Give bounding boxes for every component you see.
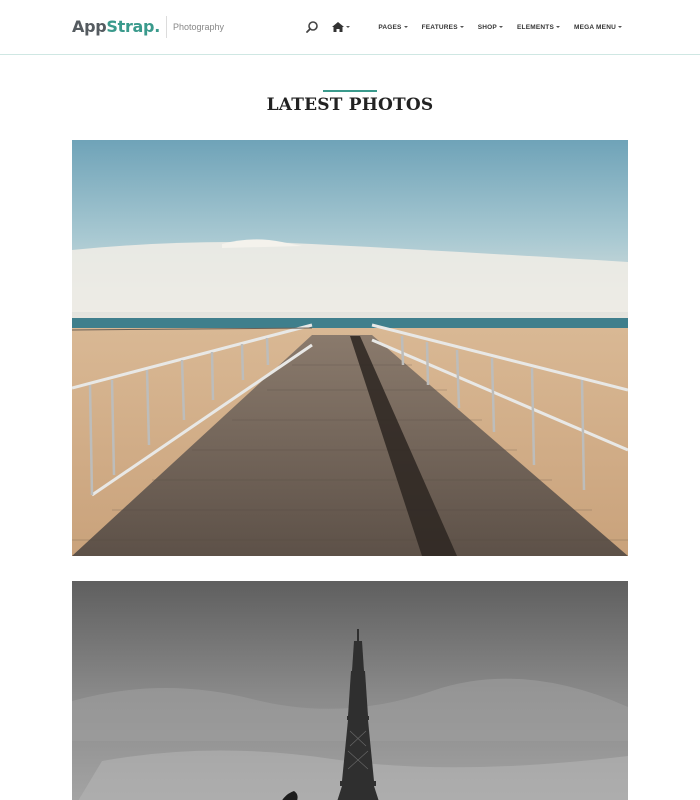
brand-divider — [166, 16, 167, 38]
nav-item-label: ELEMENTS — [516, 23, 554, 31]
nav-item-label: MEGA MENU — [573, 23, 616, 31]
brand-logo[interactable]: AppStrap. Photography — [72, 16, 224, 38]
nav-item-features[interactable]: FEATURES — [422, 24, 464, 31]
chevron-down-icon — [555, 26, 560, 28]
brand-name: AppStrap. — [72, 17, 160, 36]
main-nav: PAGES FEATURES SHOP ELEMENTS MEGA MENU — [304, 18, 622, 36]
nav-item-pages[interactable]: PAGES — [378, 23, 408, 31]
nav-item-shop[interactable]: SHOP — [478, 24, 503, 31]
nav-item-label: FEATURES — [421, 23, 458, 31]
section-title: LATEST PHOTOS — [266, 95, 434, 115]
chevron-down-icon — [459, 26, 464, 28]
home-icon[interactable] — [332, 20, 351, 34]
nav-item-mega-menu[interactable]: MEGA MENU — [574, 24, 622, 31]
site-header: AppStrap. Photography PAGES FEATURES SHO… — [0, 0, 700, 55]
nav-item-label: PAGES — [378, 23, 402, 31]
boardwalk-beach-photo[interactable] — [72, 140, 628, 556]
nav-item-elements[interactable]: ELEMENTS — [517, 24, 560, 31]
chevron-down-icon — [346, 26, 351, 28]
chevron-down-icon — [403, 26, 408, 28]
eiffel-tower-photo[interactable] — [72, 581, 628, 800]
section-accent-rule — [323, 90, 377, 92]
brand-tagline: Photography — [173, 22, 225, 32]
nav-item-label: SHOP — [477, 23, 497, 31]
chevron-down-icon — [498, 26, 503, 28]
search-icon[interactable] — [304, 19, 320, 35]
chevron-down-icon — [618, 26, 622, 28]
